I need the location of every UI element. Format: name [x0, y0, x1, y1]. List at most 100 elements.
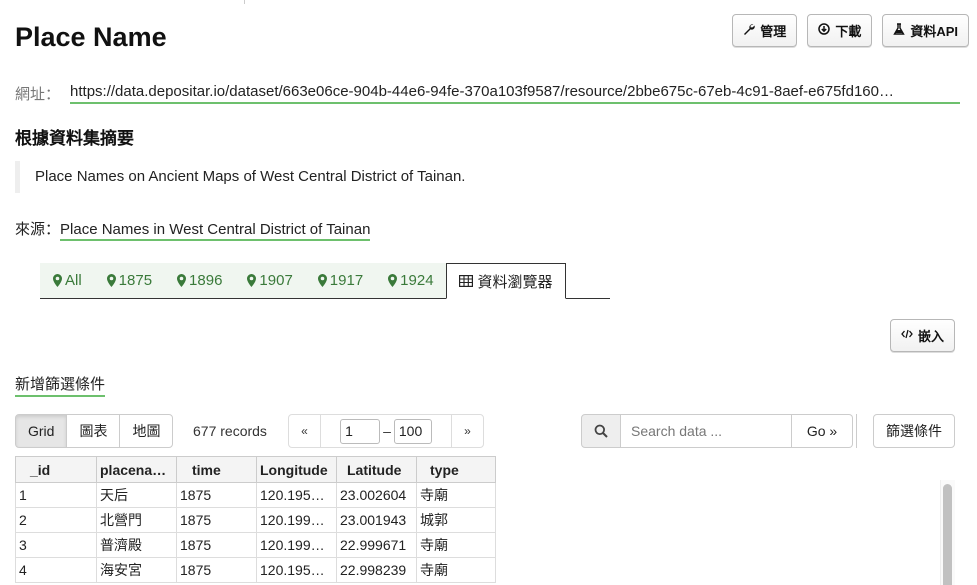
- map-marker-icon: [177, 274, 187, 287]
- download-button[interactable]: 下載: [807, 14, 873, 47]
- filters-button[interactable]: 篩選條件: [873, 414, 955, 448]
- url-label: 網址：: [15, 86, 61, 103]
- page-title: Place Name: [15, 22, 167, 52]
- map-marker-icon: [106, 274, 116, 287]
- tab-label: 1907: [259, 272, 293, 289]
- cell: 4: [15, 557, 97, 583]
- search-group: Go »: [581, 414, 853, 448]
- cell: 寺廟: [416, 557, 496, 583]
- column-header[interactable]: _id: [15, 456, 97, 483]
- tab-label: All: [65, 272, 82, 289]
- tab-label: 1924: [400, 272, 434, 289]
- column-header[interactable]: placena…: [96, 456, 177, 483]
- cell: 120.199…: [256, 532, 337, 558]
- tab-data-explorer[interactable]: 資料瀏覽器: [445, 263, 566, 299]
- data-api-button[interactable]: 資料API: [882, 14, 969, 47]
- cell: 1875: [176, 507, 257, 533]
- cell: 普濟殿: [96, 532, 177, 558]
- pager-prev-button[interactable]: «: [288, 414, 321, 448]
- cell: 120.199…: [256, 507, 337, 533]
- data-api-label: 資料API: [910, 24, 958, 39]
- tab-1896[interactable]: 1896: [164, 263, 235, 298]
- cell: 北營門: [96, 507, 177, 533]
- cell: 1875: [176, 557, 257, 583]
- grid-view-button[interactable]: Grid: [15, 414, 68, 448]
- add-filter-link[interactable]: 新增篩選條件: [15, 373, 106, 397]
- cell: 23.001943: [336, 507, 417, 533]
- resource-url-row: 網址： https://data.depositar.io/dataset/66…: [15, 83, 960, 104]
- pager: « – »: [288, 414, 484, 448]
- pager-next-button[interactable]: »: [451, 414, 484, 448]
- view-switcher: Grid 圖表 地圖: [15, 414, 174, 448]
- column-header[interactable]: time: [176, 456, 257, 483]
- download-label: 下載: [835, 24, 862, 39]
- cell: 海安宮: [96, 557, 177, 583]
- source-label: 來源：: [15, 221, 61, 238]
- cell: 23.002604: [336, 482, 417, 508]
- embed-button[interactable]: 嵌入: [889, 319, 955, 352]
- cell: 120.195…: [256, 557, 337, 583]
- graph-view-button[interactable]: 圖表: [66, 414, 121, 448]
- column-header[interactable]: Longitude: [256, 456, 337, 483]
- cell: 城郭: [416, 507, 496, 533]
- tab-all[interactable]: All: [40, 263, 94, 298]
- cell: 120.195…: [256, 482, 337, 508]
- summary-quote: Place Names on Ancient Maps of West Cent…: [15, 161, 955, 193]
- record-count: 677 records: [193, 423, 267, 439]
- grid-scrollbar[interactable]: [943, 484, 952, 585]
- map-marker-icon: [317, 274, 327, 287]
- manage-button[interactable]: 管理: [732, 14, 798, 47]
- grid-header-row: _id placena… time Longitude Latitude typ…: [15, 456, 496, 483]
- column-header[interactable]: type: [416, 456, 496, 483]
- top-divider-tick: [244, 0, 245, 4]
- table-row[interactable]: 3 普濟殿 1875 120.199… 22.999671 寺廟: [15, 532, 496, 558]
- tab-1907[interactable]: 1907: [234, 263, 305, 298]
- cell: 3: [15, 532, 97, 558]
- manage-label: 管理: [760, 24, 787, 39]
- cell: 22.999671: [336, 532, 417, 558]
- download-circle-icon: [818, 23, 831, 38]
- map-view-button[interactable]: 地圖: [119, 414, 174, 448]
- table-row[interactable]: 2 北營門 1875 120.199… 23.001943 城郭: [15, 507, 496, 533]
- toolbar-separator: [856, 414, 857, 448]
- embed-label: 嵌入: [917, 329, 944, 344]
- search-icon: [581, 414, 621, 448]
- go-button[interactable]: Go »: [792, 414, 853, 448]
- pager-dash: –: [383, 423, 391, 439]
- cell: 1: [15, 482, 97, 508]
- data-grid: _id placena… time Longitude Latitude typ…: [15, 456, 496, 583]
- source-row: 來源：Place Names in West Central District …: [15, 218, 371, 241]
- cell: 天后: [96, 482, 177, 508]
- map-marker-icon: [53, 274, 62, 287]
- map-marker-icon: [388, 274, 398, 287]
- tab-label: 1896: [189, 272, 223, 289]
- wrench-icon: [743, 23, 756, 38]
- tab-1917[interactable]: 1917: [304, 263, 376, 298]
- cell: 1875: [176, 532, 257, 558]
- view-tabs: All 1875 1896 1907 1917 1924 資料瀏覽器: [40, 263, 610, 299]
- search-input[interactable]: [621, 414, 792, 448]
- tab-label: 1917: [329, 272, 364, 289]
- pager-from-input[interactable]: [340, 418, 381, 444]
- map-marker-icon: [247, 274, 257, 287]
- flask-icon: [893, 23, 906, 38]
- source-link[interactable]: Place Names in West Central District of …: [60, 221, 371, 241]
- table-icon: [458, 275, 473, 287]
- tab-1924[interactable]: 1924: [375, 263, 446, 298]
- pager-to-input[interactable]: [393, 418, 432, 444]
- cell: 1875: [176, 482, 257, 508]
- cell: 寺廟: [416, 482, 496, 508]
- resource-actions: 管理 下載 資料API: [732, 14, 969, 47]
- table-row[interactable]: 1 天后 1875 120.195… 23.002604 寺廟: [15, 482, 496, 508]
- table-row[interactable]: 4 海安宮 1875 120.195… 22.998239 寺廟: [15, 557, 496, 583]
- tab-label: 資料瀏覽器: [477, 273, 553, 291]
- resource-url-link[interactable]: https://data.depositar.io/dataset/663e06…: [70, 83, 960, 104]
- cell: 2: [15, 507, 97, 533]
- cell: 寺廟: [416, 532, 496, 558]
- tab-label: 1875: [118, 272, 153, 289]
- column-header[interactable]: Latitude: [336, 456, 417, 483]
- tab-1875[interactable]: 1875: [93, 263, 165, 298]
- code-icon: [901, 328, 913, 343]
- summary-heading: 根據資料集摘要: [15, 129, 134, 148]
- data-explorer-toolbar: Grid 圖表 地圖 677 records « – » Go » 篩選條件: [15, 414, 960, 448]
